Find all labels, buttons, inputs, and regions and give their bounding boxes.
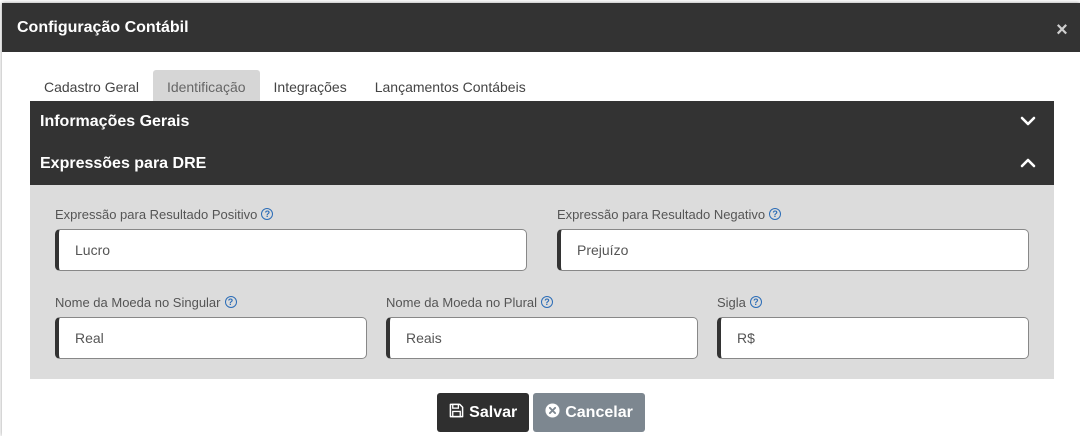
accordion-title-dre: Expressões para DRE	[40, 155, 207, 172]
chevron-down-icon	[1020, 113, 1036, 131]
save-button[interactable]: Salvar	[437, 393, 530, 432]
save-button-label: Salvar	[469, 403, 518, 421]
help-icon[interactable]: ?	[769, 208, 782, 220]
cancel-button[interactable]: Cancelar	[533, 393, 645, 432]
field-label: Expressão para Resultado Positivo	[55, 206, 258, 222]
help-icon[interactable]: ?	[261, 208, 274, 220]
field-currency-plural: Nome da Moeda no Plural ? Reais	[386, 294, 698, 359]
positive-result-input[interactable]: Lucro	[55, 229, 527, 271]
field-label: Nome da Moeda no Singular	[55, 294, 221, 310]
field-negative-result: Expressão para Resultado Negativo ? Prej…	[557, 206, 1029, 271]
accordion: Informações Gerais Expressões para DRE E…	[30, 101, 1054, 379]
currency-symbol-input[interactable]: R$	[717, 317, 1029, 359]
accordion-header-dre[interactable]: Expressões para DRE	[30, 143, 1054, 185]
field-currency-symbol: Sigla ? R$	[717, 294, 1029, 359]
modal-title: Configuração Contábil	[17, 18, 189, 36]
help-icon[interactable]: ?	[224, 296, 237, 308]
cancel-circle-icon	[545, 402, 560, 423]
currency-singular-input[interactable]: Real	[55, 317, 367, 359]
modal-footer: Salvar Cancelar	[2, 393, 1080, 432]
field-currency-singular: Nome da Moeda no Singular ? Real	[55, 294, 367, 359]
tab-identificacao[interactable]: Identificação	[152, 70, 260, 101]
help-icon[interactable]: ?	[749, 296, 762, 308]
accounting-config-modal: Configuração Contábil × Cadastro Geral I…	[2, 3, 1080, 436]
negative-result-input[interactable]: Prejuízo	[557, 229, 1029, 271]
field-positive-result: Expressão para Resultado Positivo ? Lucr…	[55, 206, 527, 271]
field-label: Expressão para Resultado Negativo	[557, 206, 766, 222]
field-label: Sigla	[717, 294, 746, 310]
tab-lancamentos-contabeis[interactable]: Lançamentos Contábeis	[361, 70, 540, 101]
tab-integracoes[interactable]: Integrações	[260, 70, 361, 101]
tab-cadastro-geral[interactable]: Cadastro Geral	[30, 70, 153, 101]
accordion-body-dre: Expressão para Resultado Positivo ? Lucr…	[30, 185, 1054, 379]
close-button[interactable]: ×	[1052, 19, 1072, 42]
accordion-title-general-info: Informações Gerais	[40, 113, 190, 130]
tab-bar: Cadastro Geral Identificação Integrações…	[30, 70, 1080, 101]
currency-plural-input[interactable]: Reais	[386, 317, 698, 359]
accordion-header-general-info[interactable]: Informações Gerais	[30, 101, 1054, 143]
cancel-button-label: Cancelar	[565, 403, 633, 421]
chevron-up-icon	[1020, 155, 1036, 173]
floppy-disk-icon	[449, 403, 464, 423]
modal-header: Configuração Contábil ×	[2, 3, 1080, 52]
field-label: Nome da Moeda no Plural	[386, 294, 538, 310]
help-icon[interactable]: ?	[541, 296, 554, 308]
